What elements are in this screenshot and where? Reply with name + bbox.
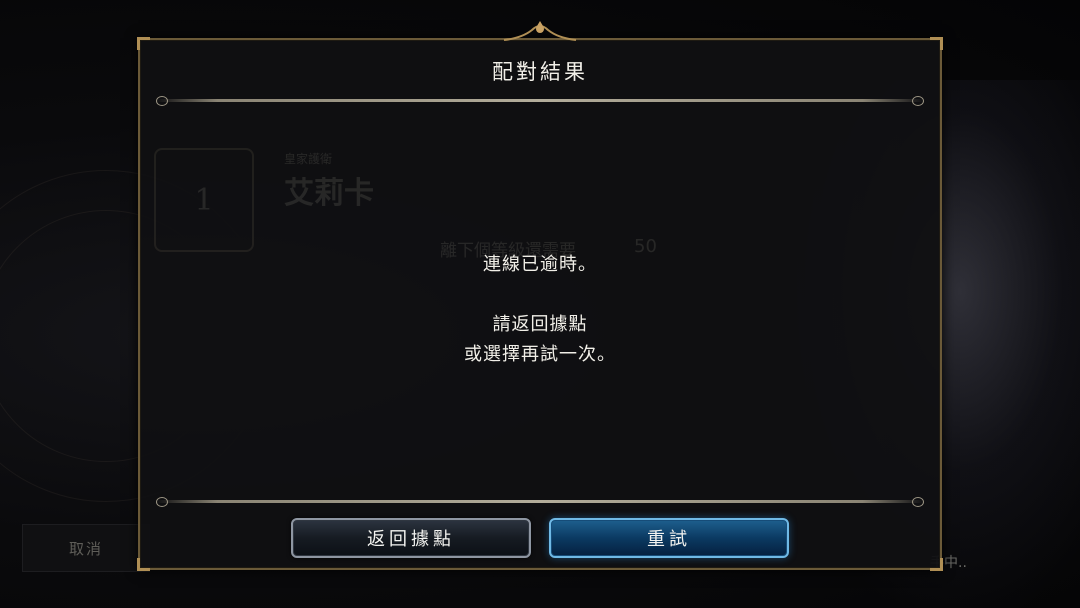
retry-button[interactable]: 重試 <box>549 518 789 558</box>
crest-ornament-icon <box>503 21 577 41</box>
timeout-message: 連線已逾時。 <box>483 254 597 275</box>
faded-character-subtitle: 皇家護衛 <box>284 152 333 166</box>
background-cancel-button: 取消 <box>22 524 150 572</box>
instruction-line-2: 或選擇再試一次。 <box>464 344 616 365</box>
footer-divider <box>156 497 924 507</box>
frame-corner <box>930 558 943 571</box>
frame-corner <box>930 37 943 50</box>
frame-corner <box>137 558 150 571</box>
instruction-line-1: 請返回據點 <box>492 314 588 335</box>
match-result-dialog: 配對結果 1 皇家護衛 艾莉卡 離下個等級還需要 50 連線已逾時。 請返回據點… <box>137 21 943 571</box>
title-divider <box>156 96 924 106</box>
return-to-base-button[interactable]: 返回據點 <box>291 518 531 558</box>
frame-corner <box>137 37 150 50</box>
faded-rank-badge: 1 <box>154 148 254 252</box>
faded-character-name: 艾莉卡 <box>284 176 374 211</box>
dialog-title: 配對結果 <box>492 60 588 84</box>
